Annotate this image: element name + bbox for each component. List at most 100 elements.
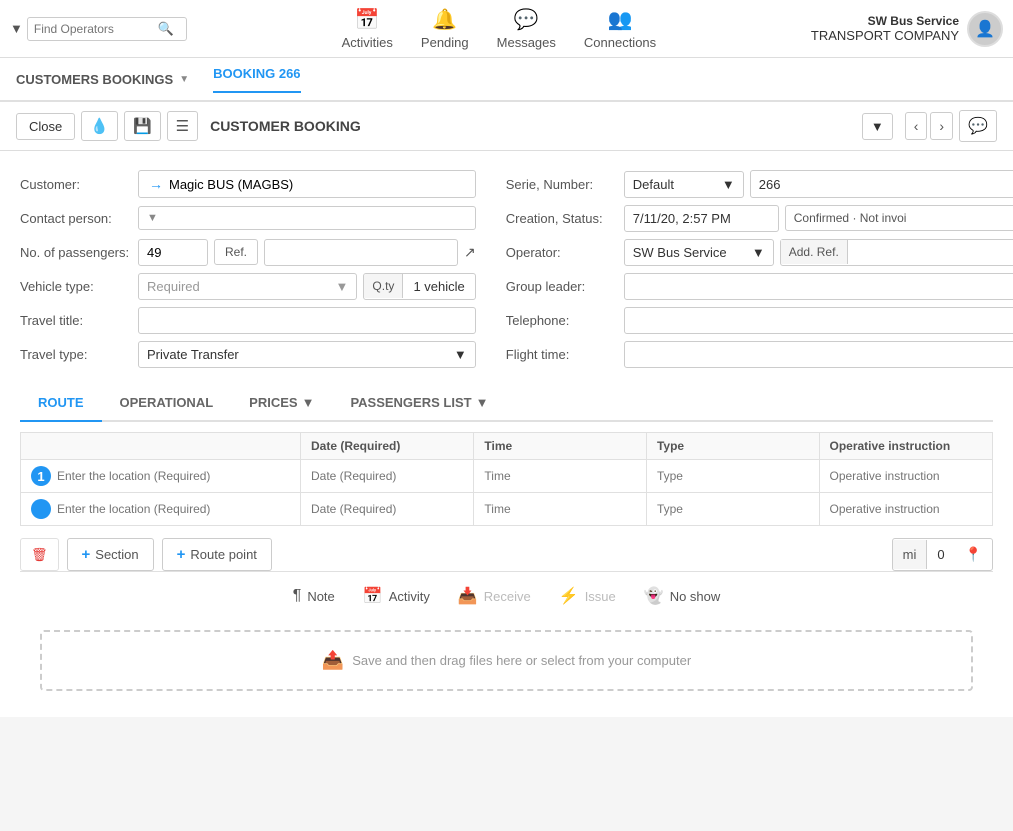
qty-label: Q.ty	[364, 274, 403, 298]
telephone-label: Telephone:	[506, 313, 616, 328]
contact-input[interactable]: ▼	[138, 206, 476, 230]
tab-operational[interactable]: OPERATIONAL	[102, 385, 232, 422]
main-content: Customer: → Magic BUS (MAGBS) Contact pe…	[0, 151, 1013, 717]
tab-passengers-list[interactable]: PASSENGERS LIST ▼	[332, 385, 506, 422]
location-pin-icon[interactable]: 📍	[955, 539, 992, 570]
list-icon-button[interactable]: ☰	[167, 111, 198, 141]
customers-bookings-breadcrumb[interactable]: CUSTOMERS BOOKINGS ▼	[16, 72, 189, 87]
page-title: CUSTOMER BOOKING	[210, 118, 361, 134]
table-row: 1	[21, 460, 993, 493]
row2-type-cell	[646, 493, 819, 526]
col-type: Type	[646, 433, 819, 460]
ref-button[interactable]: Ref.	[214, 239, 258, 265]
row2-date-input[interactable]	[301, 496, 473, 522]
activity-action[interactable]: 📅 Activity	[363, 586, 430, 606]
close-button[interactable]: Close	[16, 113, 75, 140]
customer-arrow-icon: →	[149, 176, 163, 192]
add-section-button[interactable]: + Section	[67, 538, 154, 571]
ref-external-link-icon[interactable]: ↗	[464, 244, 476, 261]
receive-action[interactable]: 📥 Receive	[458, 586, 531, 606]
flight-time-input[interactable]	[624, 341, 1013, 368]
prev-button[interactable]: ‹	[905, 112, 928, 140]
row1-date-input[interactable]	[301, 463, 473, 489]
tab-route[interactable]: ROUTE	[20, 385, 102, 422]
pending-nav-item[interactable]: 🔔 Pending	[421, 7, 469, 50]
receive-label: Receive	[484, 589, 531, 604]
serie-row: Serie, Number: Default ▼ 266 🔒	[506, 167, 1013, 201]
search-icon[interactable]: 🔍	[158, 21, 174, 37]
noshow-action[interactable]: 👻 No show	[644, 586, 721, 606]
activity-icon: 📅	[363, 586, 383, 606]
form-right: Serie, Number: Default ▼ 266 🔒 Creation,…	[506, 167, 1013, 371]
operator-input-group: SW Bus Service ▼ Add. Ref.	[624, 239, 1013, 266]
vehicle-select[interactable]: Required ▼	[138, 273, 357, 300]
row2-op-input[interactable]	[820, 496, 993, 522]
telephone-input[interactable]	[624, 307, 1013, 334]
customers-bookings-label: CUSTOMERS BOOKINGS	[16, 72, 173, 87]
file-drop-area[interactable]: 📤 Save and then drag files here or selec…	[40, 630, 973, 691]
route-table-body: 1	[21, 460, 993, 526]
row2-time-cell	[474, 493, 647, 526]
serie-select[interactable]: Default ▼	[624, 171, 744, 198]
connections-nav-item[interactable]: 👥 Connections	[584, 7, 656, 50]
operator-search-box[interactable]: 🔍	[27, 17, 187, 41]
travel-title-label: Travel title:	[20, 313, 130, 328]
save-button[interactable]: 💾	[124, 111, 161, 141]
delete-button[interactable]: 🗑	[20, 538, 59, 571]
avatar[interactable]: 👤	[967, 11, 1003, 47]
row1-time-cell	[474, 460, 647, 493]
row2-location	[21, 493, 300, 525]
travel-type-select[interactable]: Private Transfer ▼	[138, 341, 476, 368]
row1-op-input[interactable]	[820, 463, 993, 489]
tab-prices[interactable]: PRICES ▼	[231, 385, 332, 422]
ref-input[interactable]	[264, 239, 458, 266]
group-leader-input[interactable]	[624, 273, 1013, 300]
row2-time-input[interactable]	[474, 496, 646, 522]
flight-time-row: Flight time: ✈	[506, 337, 1013, 371]
route-table-wrapper: Date (Required) Time Type Operative inst…	[20, 432, 993, 526]
nav-right: SW Bus Service TRANSPORT COMPANY 👤	[811, 11, 1003, 47]
activities-nav-item[interactable]: 📅 Activities	[342, 7, 393, 50]
contact-person-row: Contact person: ▼	[20, 201, 476, 235]
row2-type-input[interactable]	[647, 496, 819, 522]
route-controls: 🗑 + Section + Route point mi 0 📍	[20, 538, 993, 571]
prices-arrow-icon: ▼	[302, 395, 315, 410]
pax-input[interactable]	[138, 239, 208, 266]
water-icon-button[interactable]: 💧	[81, 111, 118, 141]
creation-label: Creation, Status:	[506, 211, 616, 226]
vehicle-label: Vehicle type:	[20, 279, 130, 294]
dropdown-caret-icon: ▼	[10, 21, 23, 36]
messages-nav-item[interactable]: 💬 Messages	[497, 7, 556, 50]
group-leader-row: Group leader:	[506, 269, 1013, 303]
row1-time-input[interactable]	[474, 463, 646, 489]
group-leader-label: Group leader:	[506, 279, 616, 294]
issue-action[interactable]: ⚡ Issue	[559, 586, 616, 606]
row1-location-input[interactable]	[57, 469, 290, 483]
travel-title-input[interactable]	[138, 307, 476, 334]
dropdown-button[interactable]: ▼	[862, 113, 893, 140]
tabs: ROUTE OPERATIONAL PRICES ▼ PASSENGERS LI…	[20, 385, 993, 422]
customer-label: Customer:	[20, 177, 130, 192]
serie-label: Serie, Number:	[506, 177, 616, 192]
row2-location-input[interactable]	[57, 502, 290, 516]
next-button[interactable]: ›	[930, 112, 953, 140]
operator-dropdown-trigger[interactable]: ▼	[10, 21, 23, 36]
addref-label: Add. Ref.	[781, 240, 848, 264]
customer-row: Customer: → Magic BUS (MAGBS)	[20, 167, 476, 201]
search-input[interactable]	[34, 22, 154, 36]
travel-type-dropdown-icon: ▼	[454, 347, 467, 362]
customer-field[interactable]: → Magic BUS (MAGBS)	[138, 170, 476, 198]
row1-type-input[interactable]	[647, 463, 819, 489]
operator-select[interactable]: SW Bus Service ▼	[624, 239, 774, 266]
booking-tab[interactable]: BOOKING 266	[213, 66, 300, 93]
comment-button[interactable]: 💬	[959, 110, 997, 142]
add-route-point-button[interactable]: + Route point	[162, 538, 272, 571]
note-action[interactable]: ¶ Note	[293, 587, 335, 605]
addref-input[interactable]	[848, 240, 1013, 265]
col-time: Time	[474, 433, 647, 460]
route-plus-icon: +	[177, 546, 186, 563]
company-name: SW Bus Service	[868, 14, 959, 28]
route-table: Date (Required) Time Type Operative inst…	[20, 432, 993, 526]
status-row: 7/11/20, 2:57 PM Confirmed · Not invoi	[624, 205, 1013, 232]
form-left: Customer: → Magic BUS (MAGBS) Contact pe…	[20, 167, 476, 371]
